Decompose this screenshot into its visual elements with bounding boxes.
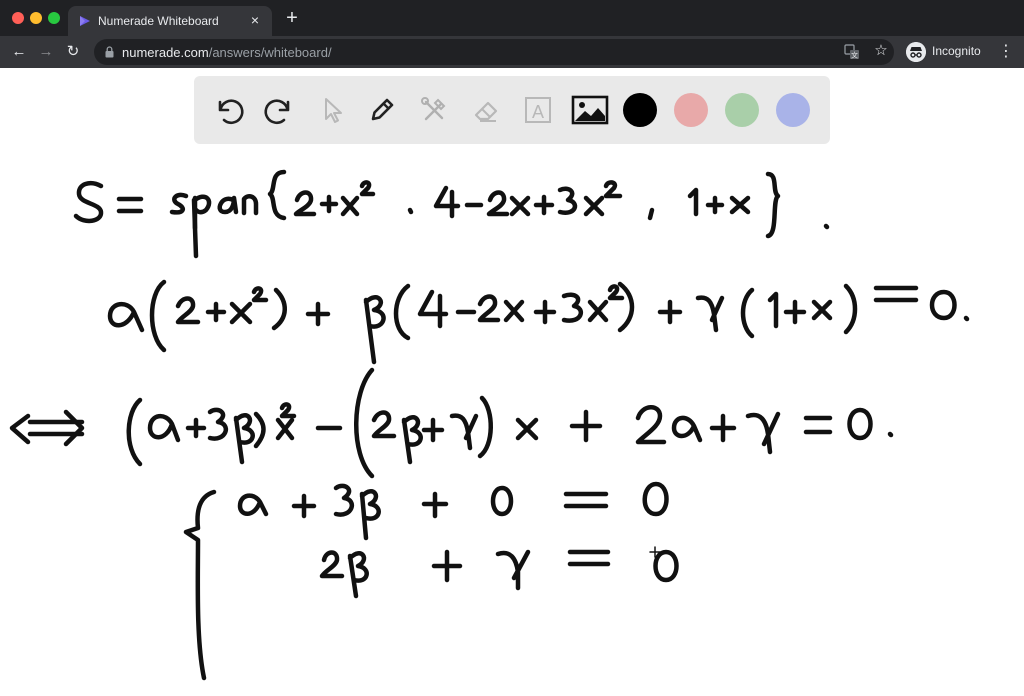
close-window-button[interactable] [12,12,24,24]
svg-text:文: 文 [851,50,858,59]
browser-titlebar: Numerade Whiteboard × + [0,0,1024,36]
url-text: numerade.com/answers/whiteboard/ [122,45,332,60]
forward-button[interactable]: → [36,42,56,62]
tab-close-icon[interactable]: × [246,11,264,29]
maximize-window-button[interactable] [48,12,60,24]
ink-line-linear-combination [107,279,970,365]
lock-icon [105,46,114,58]
ink-line-collected-terms [9,367,894,479]
numerade-favicon-icon [80,16,90,26]
translate-icon[interactable]: 文 [844,44,860,60]
incognito-icon [906,42,926,62]
ink-line-span-definition [73,169,830,259]
minimize-window-button[interactable] [30,12,42,24]
tab-title: Numerade Whiteboard [98,14,219,28]
browser-menu-icon[interactable]: ⋮ [996,42,1016,62]
browser-toolbar: ← → ↻ numerade.com/answers/whiteboard/ 文… [0,36,1024,68]
ink-system-of-equations [183,481,679,681]
whiteboard-canvas[interactable]: A [0,68,1024,696]
back-button[interactable]: ← [9,42,29,62]
new-tab-button[interactable]: + [282,8,302,28]
url-host: numerade.com [122,45,209,60]
browser-tab[interactable]: Numerade Whiteboard × [68,6,272,36]
url-path: /answers/whiteboard/ [208,45,332,60]
incognito-label: Incognito [932,44,981,58]
reload-button[interactable]: ↻ [63,42,83,62]
address-bar[interactable]: numerade.com/answers/whiteboard/ 文 ☆ [94,39,894,65]
bookmark-star-icon[interactable]: ☆ [872,42,890,60]
handwritten-ink [9,169,970,681]
